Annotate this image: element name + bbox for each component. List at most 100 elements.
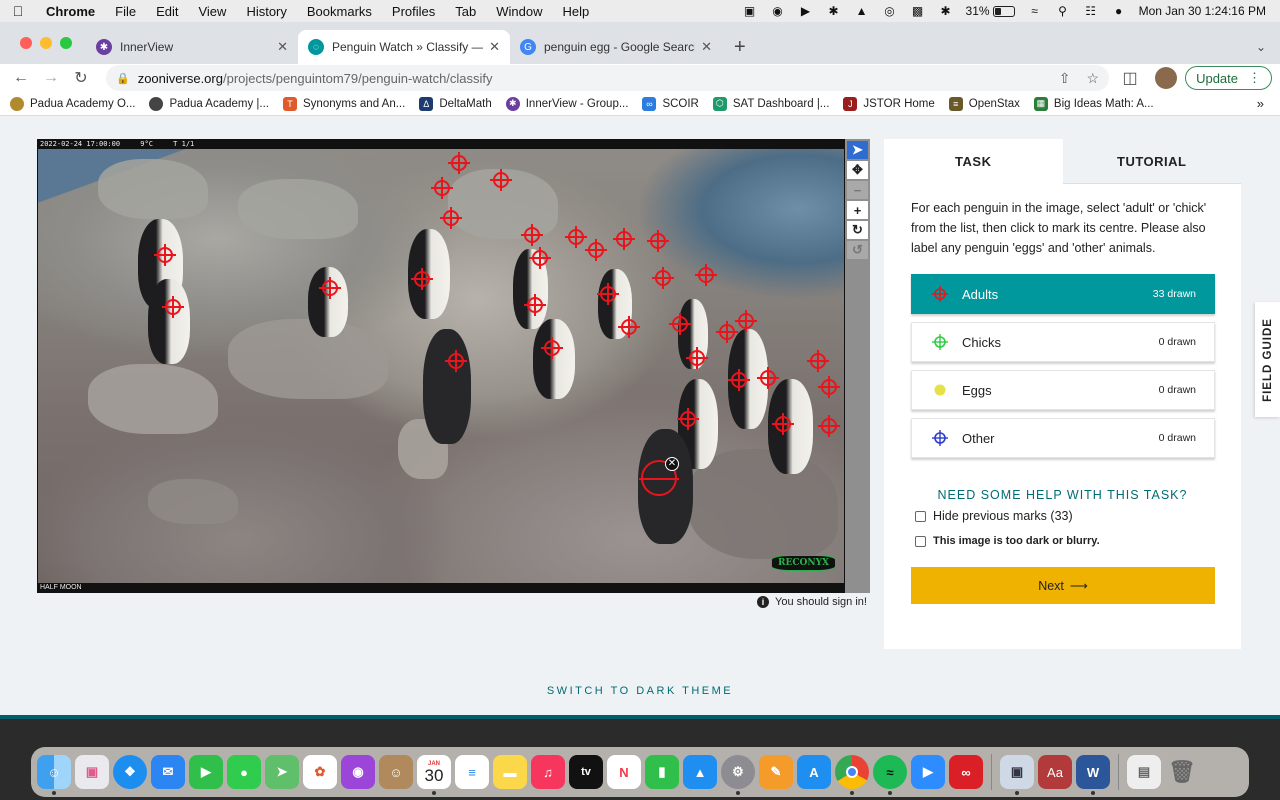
reset-view-icon[interactable]: ↺ [847,241,868,259]
adult-mark[interactable] [807,350,829,372]
delete-mark-icon[interactable]: ✕ [665,457,679,471]
reload-button[interactable]: ↻ [68,65,94,91]
menu-view[interactable]: View [188,4,236,19]
field-guide-tab[interactable]: FIELD GUIDE [1255,302,1280,417]
tab-penguin-watch[interactable]: ◌ Penguin Watch » Classify — Zo ✕ [298,30,510,64]
hide-marks-option[interactable]: Hide previous marks (33) [911,509,1214,523]
bluetooth-icon[interactable]: ✱ [938,4,954,18]
apple-tv-icon[interactable]: tv [569,755,603,789]
bookmark-innerview[interactable]: ✱ InnerView - Group... [505,96,628,111]
adult-mark[interactable] [448,152,470,174]
adult-mark[interactable] [597,283,619,305]
adult-mark[interactable] [772,413,794,435]
side-panel-icon[interactable]: ◫ [1117,65,1143,91]
adult-mark[interactable] [818,376,840,398]
bookmark-scoir[interactable]: ∞ SCOIR [642,96,699,111]
safari-icon[interactable]: ❖ [113,755,147,789]
bookmark-deltamath[interactable]: Δ DeltaMath [419,96,492,111]
next-button[interactable]: Next ⟶ [911,567,1215,604]
adult-mark[interactable] [411,268,433,290]
back-button[interactable]: ← [8,65,34,91]
tab-task[interactable]: TASK [884,139,1063,184]
dark-theme-toggle[interactable]: SWITCH TO DARK THEME [0,685,1280,697]
adult-mark[interactable] [716,321,738,343]
penguin-camera-image[interactable]: ✕ RECONYX [38,149,844,583]
word-icon[interactable]: W [1076,755,1110,795]
close-tab-icon[interactable]: ✕ [489,39,500,55]
bookmark-openstax[interactable]: ≡ OpenStax [948,96,1020,111]
task-help-link[interactable]: NEED SOME HELP WITH THIS TASK? [911,488,1214,502]
choice-chicks[interactable]: Chicks 0 drawn [911,322,1215,362]
play-status-icon[interactable]: ▶ [798,4,814,18]
pointer-tool-icon[interactable]: ➤ [847,141,868,159]
facetime-icon[interactable]: ▶ [189,755,223,789]
adult-mark[interactable] [618,316,640,338]
trash-icon[interactable]: 🗑 [1165,755,1199,789]
sign-in-notice[interactable]: i You should sign in! [757,596,867,608]
adult-mark[interactable] [613,228,635,250]
adult-mark[interactable] [431,177,453,199]
bookmark-jstor[interactable]: J JSTOR Home [843,96,935,111]
downloads-stack-icon[interactable]: ▤ [1127,755,1161,789]
too-dark-option[interactable]: This image is too dark or blurry. [911,535,1214,547]
chrome-update-button[interactable]: Update ⋮ [1185,66,1272,90]
adult-mark[interactable] [677,408,699,430]
adult-mark[interactable] [686,347,708,369]
share-icon[interactable]: ⇧ [1059,70,1071,87]
dictionary-icon[interactable]: Aa [1038,755,1072,789]
menu-tab[interactable]: Tab [445,4,486,19]
adult-mark[interactable] [529,247,551,269]
keynote-icon[interactable]: ▲ [683,755,717,789]
control-center-icon[interactable]: ☷ [1083,4,1099,18]
system-preferences-icon[interactable]: ⚙ [721,755,755,795]
spotify-icon[interactable]: ≈ [873,755,907,795]
finder-icon[interactable]: ☺ [37,755,71,795]
creative-cloud-status-icon[interactable]: ◉ [770,4,786,18]
html5-status-icon[interactable]: ▣ [742,4,758,18]
adult-mark[interactable] [162,296,184,318]
app-store-icon[interactable]: A [797,755,831,789]
creative-cloud-icon[interactable]: ∞ [949,755,983,789]
adult-mark[interactable] [757,367,779,389]
menu-history[interactable]: History [236,4,296,19]
menu-bookmarks[interactable]: Bookmarks [297,4,382,19]
numbers-icon[interactable]: ▮ [645,755,679,789]
menu-help[interactable]: Help [553,4,600,19]
airdrop-status-icon[interactable]: ◎ [882,4,898,18]
adult-mark[interactable] [565,226,587,248]
move-tool-icon[interactable]: ✥ [847,161,868,179]
menu-app-name[interactable]: Chrome [36,4,105,19]
menu-edit[interactable]: Edit [146,4,188,19]
reminders-icon[interactable]: ≡ [455,755,489,789]
close-tab-icon[interactable]: ✕ [701,39,712,55]
display-status-icon[interactable]: ▩ [910,4,926,18]
news-icon[interactable]: N [607,755,641,789]
hide-marks-checkbox[interactable] [915,510,926,522]
bookmark-sat-dashboard[interactable]: ⬡ SAT Dashboard |... [712,96,829,111]
tab-search-chevron-icon[interactable]: ⌄ [1256,30,1266,64]
battery-indicator[interactable]: 31% [966,4,1015,18]
profile-avatar[interactable] [1155,67,1178,89]
address-bar[interactable]: 🔒 zooniverse.org /projects/penguintom79/… [106,65,1110,91]
bookmark-padua-academy-1[interactable]: Padua Academy O... [10,96,135,111]
choice-adults[interactable]: Adults 33 drawn [911,274,1215,314]
minimize-window-button[interactable] [40,37,52,49]
adult-mark[interactable] [445,350,467,372]
adult-mark[interactable] [647,230,669,252]
zoom-out-icon[interactable]: − [847,181,868,199]
maps-icon[interactable]: ➤ [265,755,299,789]
close-tab-icon[interactable]: ✕ [277,39,288,55]
tab-google-search[interactable]: G penguin egg - Google Search ✕ [510,30,722,64]
calendar-icon[interactable]: JAN 30 [417,755,451,795]
more-bookmarks-icon[interactable]: » [1257,96,1264,111]
adult-mark[interactable] [440,207,462,229]
launchpad-icon[interactable]: ▣ [75,755,109,789]
adult-mark[interactable] [154,244,176,266]
menubar-clock[interactable]: Mon Jan 30 1:24:16 PM [1139,4,1266,18]
adult-mark[interactable] [541,337,563,359]
tab-tutorial[interactable]: TUTORIAL [1062,139,1241,184]
puzzle-status-icon[interactable]: ✱ [826,4,842,18]
adult-mark[interactable] [319,277,341,299]
adult-mark[interactable] [490,169,512,191]
new-tab-button[interactable]: + [722,30,758,64]
